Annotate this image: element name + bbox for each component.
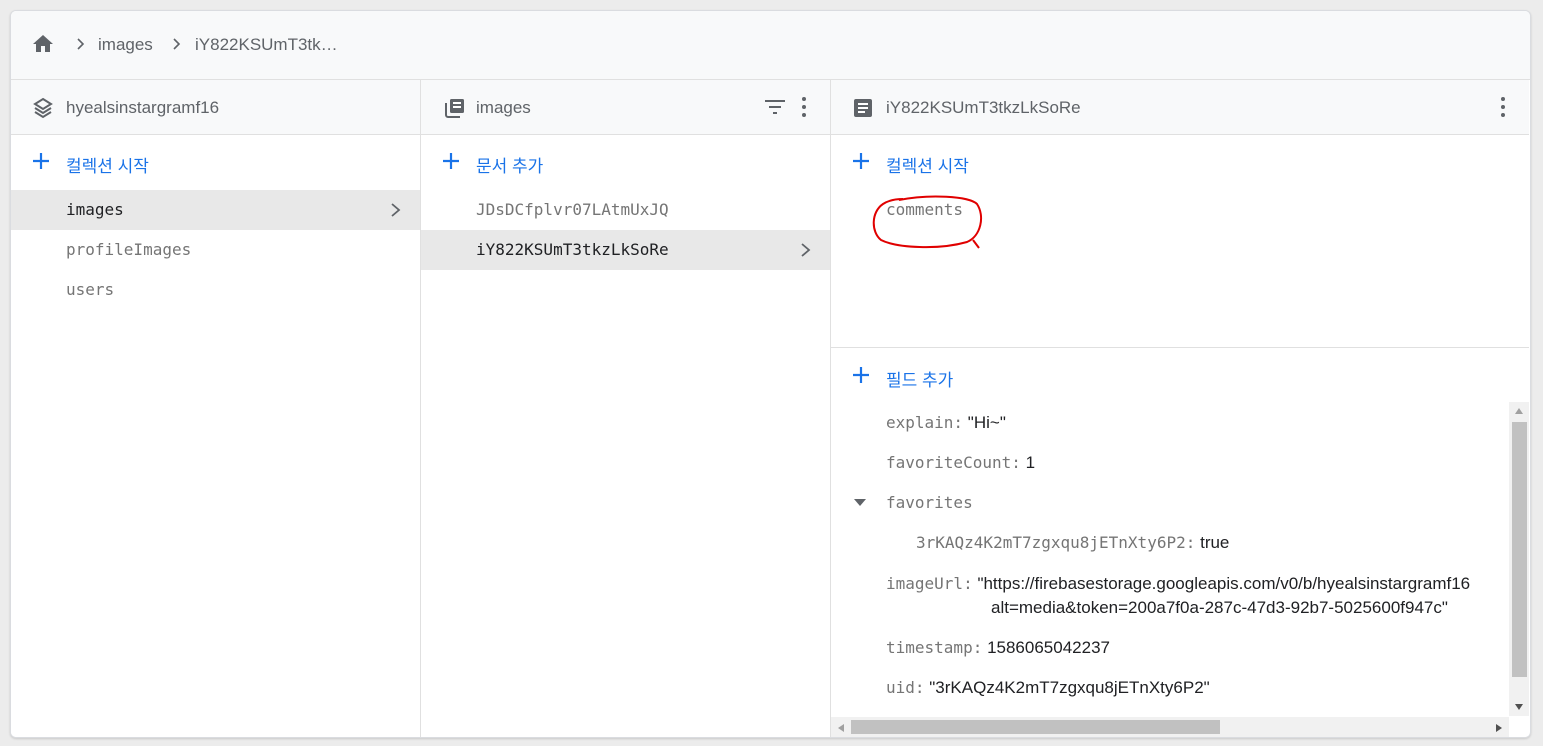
scroll-left-arrow-icon[interactable] xyxy=(837,723,845,733)
collection-item-images[interactable]: images xyxy=(11,190,420,230)
field-key: 3rKAQz4K2mT7zgxqu8jETnXty6P2: xyxy=(916,533,1196,552)
breadcrumb: images iY822KSUmT3tk… xyxy=(11,11,1530,80)
chevron-right-icon xyxy=(173,38,181,50)
column-header: images xyxy=(421,80,830,135)
plus-icon xyxy=(443,153,459,169)
field-key: explain: xyxy=(886,413,964,432)
collection-item-users[interactable]: users xyxy=(11,270,420,310)
firestore-database-icon xyxy=(33,97,53,119)
field-key: timestamp: xyxy=(886,638,983,657)
plus-icon xyxy=(33,153,49,169)
horizontal-scrollbar[interactable] xyxy=(831,717,1509,737)
chevron-right-icon xyxy=(391,203,401,217)
collection-item-profileImages[interactable]: profileImages xyxy=(11,230,420,270)
field-value: "3rKAQz4K2mT7zgxqu8jETnXty6P2" xyxy=(929,678,1210,697)
field-favorites[interactable]: favorites xyxy=(886,493,973,513)
collection-item-label: images xyxy=(66,200,124,219)
document-item-label: JDsDCfplvr07LAtmUxJQ xyxy=(476,200,669,219)
field-uid[interactable]: uid: "3rKAQz4K2mT7zgxqu8jETnXty6P2" xyxy=(886,678,1210,698)
filter-icon[interactable] xyxy=(764,98,786,116)
root-collections-column: hyealsinstargramf16 컬렉션 시작 images profil… xyxy=(11,80,421,737)
field-timestamp[interactable]: timestamp: 1586065042237 xyxy=(886,638,1110,658)
document-title: iY822KSUmT3tkzLkSoRe xyxy=(886,98,1081,117)
field-value: true xyxy=(1200,533,1230,552)
document-column: iY822KSUmT3tkzLkSoRe 컬렉션 시작 comments 필드 … xyxy=(831,80,1529,737)
field-key: favoriteCount: xyxy=(886,453,1021,472)
expand-arrow-icon[interactable] xyxy=(853,498,867,508)
collection-icon xyxy=(445,99,464,118)
collection-column: images 문서 추가 JDsDCfplvr07LAtmUxJQ iY822K… xyxy=(421,80,831,737)
field-value: 1 xyxy=(1025,453,1036,472)
document-item-selected[interactable]: iY822KSUmT3tkzLkSoRe xyxy=(421,230,830,270)
more-vert-icon[interactable] xyxy=(801,97,807,117)
add-field-label: 필드 추가 xyxy=(886,371,954,390)
more-vert-icon[interactable] xyxy=(1500,97,1506,117)
chevron-right-icon xyxy=(77,38,85,50)
vertical-scrollbar[interactable] xyxy=(1509,402,1529,716)
field-value: "https://firebasestorage.googleapis.com/… xyxy=(977,574,1471,593)
field-imageUrl[interactable]: imageUrl: "https://firebasestorage.googl… xyxy=(886,574,1509,594)
column-header: hyealsinstargramf16 xyxy=(11,80,420,135)
plus-icon xyxy=(853,367,869,383)
scroll-down-arrow-icon[interactable] xyxy=(1514,703,1524,711)
home-icon[interactable] xyxy=(31,32,55,56)
chevron-right-icon xyxy=(801,243,811,257)
scroll-right-arrow-icon[interactable] xyxy=(1495,723,1503,733)
start-subcollection-button[interactable]: 컬렉션 시작 xyxy=(831,142,1529,182)
red-annotation-circle xyxy=(872,195,983,249)
add-field-button[interactable]: 필드 추가 xyxy=(831,356,1529,396)
collection-title: images xyxy=(476,98,531,117)
add-document-label: 문서 추가 xyxy=(476,157,544,176)
field-value: alt=media&token=200a7f0a-287c-47d3-92b7-… xyxy=(991,598,1448,617)
scroll-up-arrow-icon[interactable] xyxy=(1514,407,1524,415)
start-collection-label: 컬렉션 시작 xyxy=(66,157,149,176)
field-imageUrl-continued: alt=media&token=200a7f0a-287c-47d3-92b7-… xyxy=(991,598,1448,618)
document-item[interactable]: JDsDCfplvr07LAtmUxJQ xyxy=(421,190,830,230)
vertical-scroll-thumb[interactable] xyxy=(1512,422,1527,677)
collection-item-label: users xyxy=(66,280,115,299)
column-header: iY822KSUmT3tkzLkSoRe xyxy=(831,80,1529,135)
start-subcollection-label: 컬렉션 시작 xyxy=(886,157,969,176)
document-icon xyxy=(854,99,872,117)
firestore-console-panel: images iY822KSUmT3tk… hyealsinstargramf1… xyxy=(10,10,1531,738)
horizontal-scroll-thumb[interactable] xyxy=(851,720,1220,734)
collection-item-label: profileImages xyxy=(66,240,192,259)
field-key: imageUrl: xyxy=(886,574,973,593)
add-document-button[interactable]: 문서 추가 xyxy=(421,142,830,182)
section-divider xyxy=(831,347,1529,348)
breadcrumb-item-document[interactable]: iY822KSUmT3tk… xyxy=(195,35,338,55)
field-key: favorites xyxy=(886,493,973,512)
start-collection-button[interactable]: 컬렉션 시작 xyxy=(11,142,420,182)
field-favorites-child[interactable]: 3rKAQz4K2mT7zgxqu8jETnXty6P2: true xyxy=(916,533,1229,553)
field-favoriteCount[interactable]: favoriteCount: 1 xyxy=(886,453,1035,473)
field-value: 1586065042237 xyxy=(987,638,1110,657)
field-key: uid: xyxy=(886,678,925,697)
plus-icon xyxy=(853,153,869,169)
field-value: "Hi~" xyxy=(967,413,1006,432)
project-title: hyealsinstargramf16 xyxy=(66,98,220,117)
document-item-label: iY822KSUmT3tkzLkSoRe xyxy=(476,240,669,259)
breadcrumb-item-images[interactable]: images xyxy=(98,35,153,55)
field-explain[interactable]: explain: "Hi~" xyxy=(886,413,1006,433)
